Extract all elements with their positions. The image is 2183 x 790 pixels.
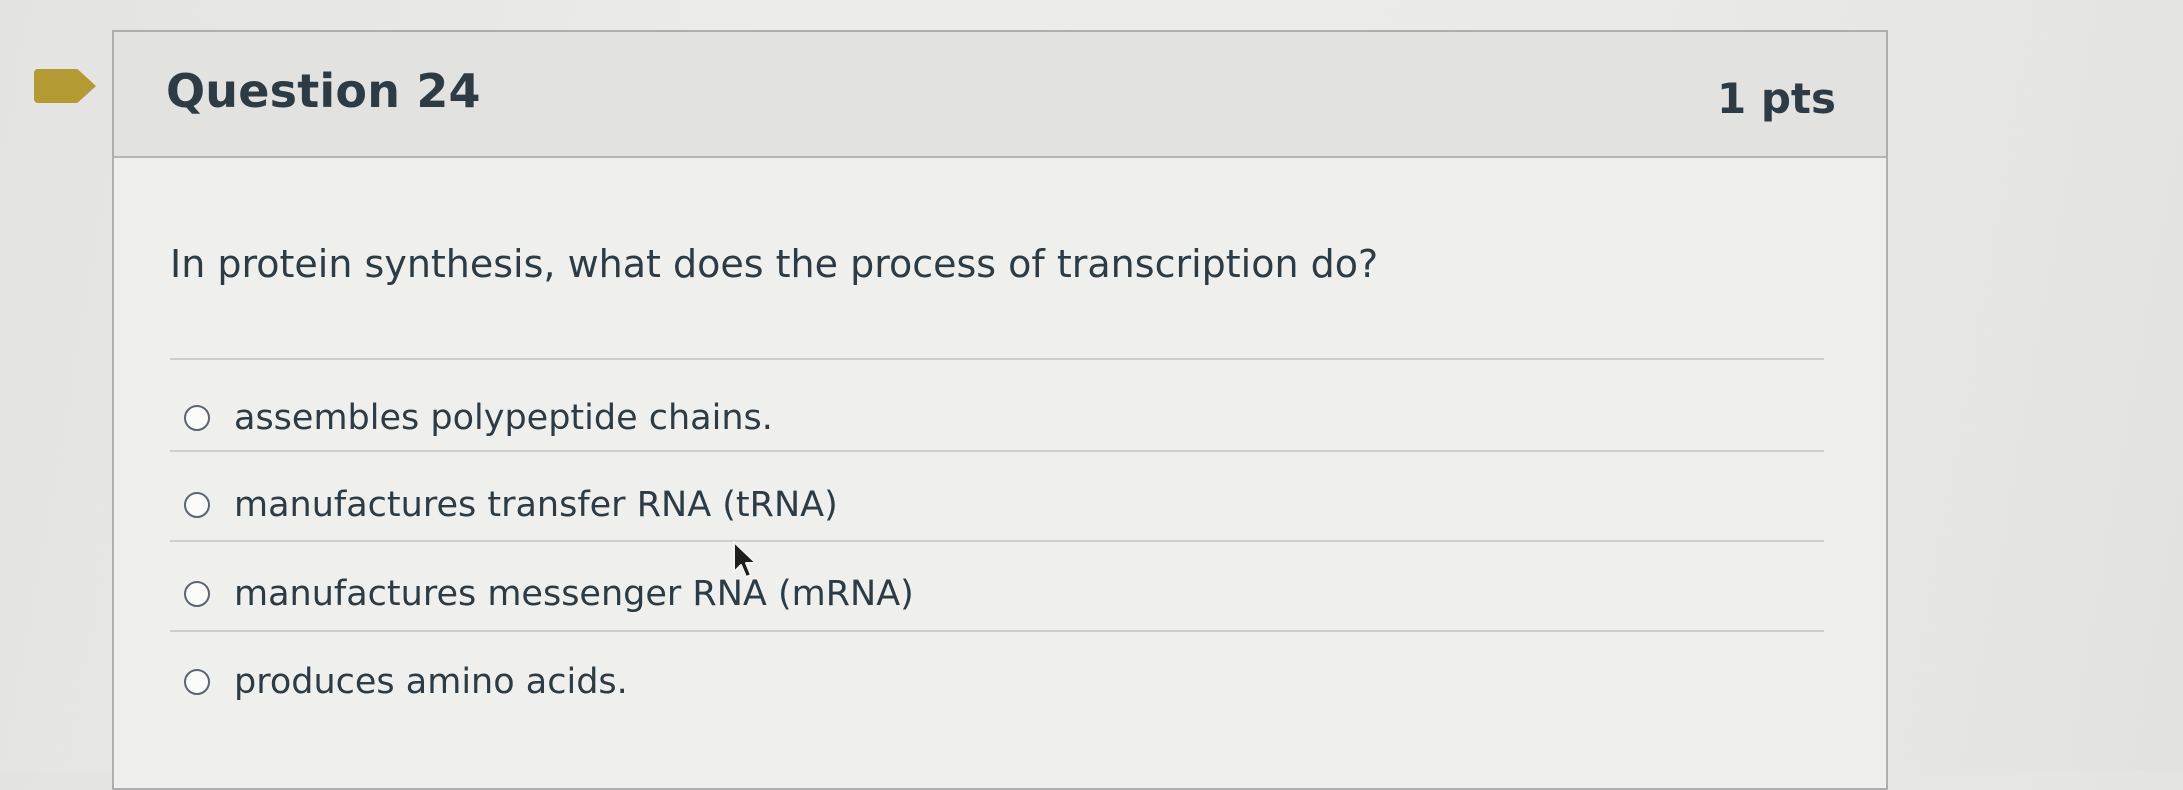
radio-button-icon[interactable] — [184, 405, 210, 431]
answer-label: manufactures transfer RNA (tRNA) — [234, 485, 838, 525]
divider — [170, 450, 1824, 452]
question-header: Question 24 1 pts — [114, 32, 1886, 158]
radio-button-icon[interactable] — [184, 492, 210, 518]
bookmark-flag-icon[interactable] — [34, 69, 96, 103]
answer-option-4[interactable]: produces amino acids. — [184, 658, 628, 706]
answer-label: produces amino acids. — [234, 662, 628, 702]
question-card: Question 24 1 pts In protein synthesis, … — [112, 30, 1888, 790]
divider — [170, 540, 1824, 542]
answer-label: assembles polypeptide chains. — [234, 398, 773, 438]
divider — [170, 358, 1824, 360]
radio-button-icon[interactable] — [184, 669, 210, 695]
mouse-pointer-icon — [733, 541, 757, 578]
answer-option-2[interactable]: manufactures transfer RNA (tRNA) — [184, 481, 838, 529]
question-text: In protein synthesis, what does the proc… — [170, 242, 1379, 286]
answer-label: manufactures messenger RNA (mRNA) — [234, 574, 914, 614]
answer-option-3[interactable]: manufactures messenger RNA (mRNA) — [184, 570, 914, 618]
divider — [170, 630, 1824, 632]
question-points: 1 pts — [1717, 74, 1836, 123]
question-title: Question 24 — [166, 64, 481, 118]
answer-option-1[interactable]: assembles polypeptide chains. — [184, 394, 773, 442]
radio-button-icon[interactable] — [184, 581, 210, 607]
